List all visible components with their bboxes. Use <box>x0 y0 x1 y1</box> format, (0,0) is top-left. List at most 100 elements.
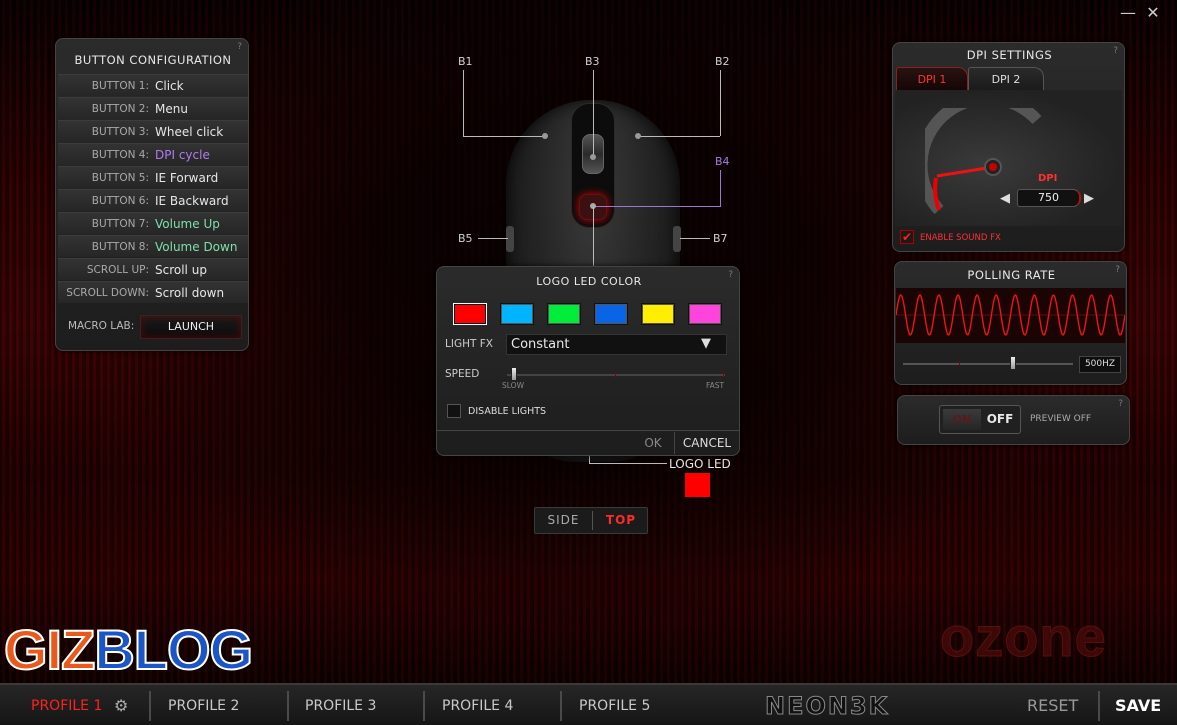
label-b2: B2 <box>715 55 730 68</box>
profile-separator <box>423 691 425 721</box>
profile-separator <box>1098 691 1100 721</box>
view-top-button[interactable]: TOP <box>593 508 649 533</box>
light-fx-select[interactable]: Constant ▼ <box>506 334 727 355</box>
close-icon[interactable]: ✕ <box>1143 4 1163 22</box>
button-config-row[interactable]: BUTTON 3: Wheel click <box>58 120 248 142</box>
preview-off-option[interactable]: OFF <box>981 409 1019 430</box>
profile-separator <box>149 691 151 721</box>
tab-profile-3[interactable]: PROFILE 3 <box>305 685 376 725</box>
button-config-row[interactable]: BUTTON 5: IE Forward <box>58 166 248 188</box>
color-swatch[interactable] <box>688 303 722 325</box>
button-configuration-title: BUTTON CONFIGURATION <box>74 53 232 67</box>
side-button-b5[interactable] <box>506 226 514 252</box>
button-config-value[interactable]: Scroll up <box>155 259 207 281</box>
color-swatch[interactable] <box>641 303 675 325</box>
dpi-increase-button[interactable]: ▶ <box>1084 191 1094 206</box>
button-config-value[interactable]: DPI cycle <box>155 144 210 166</box>
polling-rate-title: POLLING RATE <box>967 268 1056 282</box>
leader-b1 <box>463 70 464 136</box>
tab-profile-1[interactable]: PROFILE 1 <box>31 685 102 725</box>
neon3k-logo: NEON3K <box>764 692 890 721</box>
button-config-row[interactable]: BUTTON 1: Click <box>58 74 248 96</box>
button-config-value[interactable]: Volume Down <box>155 236 237 258</box>
side-button-b7[interactable] <box>673 226 681 252</box>
color-swatch[interactable] <box>547 303 581 325</box>
help-icon[interactable]: ? <box>1118 399 1123 409</box>
button-config-value[interactable]: Scroll down <box>155 282 224 304</box>
button-config-row[interactable]: SCROLL UP: Scroll up <box>58 258 248 280</box>
preview-status: PREVIEW OFF <box>1030 414 1092 424</box>
disable-lights-checkbox[interactable] <box>447 404 461 418</box>
tab-profile-2[interactable]: PROFILE 2 <box>168 685 239 725</box>
dpi-decrease-button[interactable]: ◀ <box>1000 191 1010 206</box>
button-config-row[interactable]: BUTTON 8: Volume Down <box>58 235 248 257</box>
gizblog-part1: GIZ <box>3 618 96 681</box>
color-swatch[interactable] <box>453 303 487 325</box>
speed-label: SPEED <box>445 368 480 380</box>
cancel-button[interactable]: CANCEL <box>677 432 737 454</box>
launch-button[interactable]: LAUNCH <box>140 315 242 339</box>
label-b4: B4 <box>715 155 730 168</box>
button-config-value[interactable]: Click <box>155 75 184 97</box>
leader-b4 <box>720 170 721 206</box>
speed-slider-thumb[interactable] <box>510 367 517 381</box>
button-configuration-panel: BUTTON CONFIGURATION ? BUTTON 1: Click BUT… <box>55 38 249 351</box>
reset-button[interactable]: RESET <box>1027 685 1078 725</box>
dpi-value-input[interactable]: 750 <box>1017 189 1081 207</box>
button-config-value[interactable]: IE Forward <box>155 167 218 189</box>
button-config-label: BUTTON 4: <box>91 149 149 161</box>
dialog-divider <box>437 430 739 431</box>
label-b3: B3 <box>585 55 600 68</box>
preview-toggle[interactable]: ON OFF <box>939 405 1021 434</box>
logo-led-swatch[interactable] <box>685 473 710 497</box>
sound-fx-checkbox[interactable]: ✔ <box>900 230 914 244</box>
button-config-row[interactable]: BUTTON 2: Menu <box>58 97 248 119</box>
help-icon[interactable]: ? <box>237 42 242 52</box>
label-b5: B5 <box>458 232 473 245</box>
gizblog-watermark: GIZBLOG <box>3 618 254 681</box>
macro-lab-label: MACRO LAB: <box>68 320 135 332</box>
color-swatch[interactable] <box>594 303 628 325</box>
gear-icon[interactable]: ⚙ <box>114 685 128 725</box>
dot-b2 <box>635 133 641 139</box>
ok-button[interactable]: OK <box>635 432 671 454</box>
tab-dpi-2[interactable]: DPI 2 <box>968 67 1044 91</box>
polling-waveform <box>896 288 1125 343</box>
speed-tick <box>615 372 616 377</box>
help-icon[interactable]: ? <box>1113 46 1118 56</box>
leader-b7 <box>680 238 710 239</box>
disable-lights-label: DISABLE LIGHTS <box>468 406 547 417</box>
save-button[interactable]: SAVE <box>1115 685 1161 725</box>
tab-profile-5[interactable]: PROFILE 5 <box>579 685 650 725</box>
tab-profile-4[interactable]: PROFILE 4 <box>442 685 513 725</box>
polling-slider-track[interactable] <box>903 356 1073 370</box>
tab-dpi-1[interactable]: DPI 1 <box>896 67 968 91</box>
button-config-row[interactable]: BUTTON 6: IE Backward <box>58 189 248 211</box>
button-config-label: BUTTON 8: <box>91 241 149 253</box>
profile-bar: PROFILE 1 ⚙ PROFILE 2 PROFILE 3 PROFILE … <box>0 683 1177 725</box>
button-config-row[interactable]: BUTTON 7: Volume Up <box>58 212 248 234</box>
button-config-value[interactable]: Wheel click <box>155 121 223 143</box>
polling-tick <box>959 361 960 366</box>
leader-b1-h <box>463 136 545 137</box>
button-config-row[interactable]: BUTTON 4: DPI cycle <box>58 143 248 165</box>
dot-b1 <box>542 133 548 139</box>
button-config-label: BUTTON 3: <box>91 126 149 138</box>
button-config-value[interactable]: IE Backward <box>155 190 229 212</box>
gauge-hub-center <box>989 163 997 171</box>
button-config-value[interactable]: Volume Up <box>155 213 220 235</box>
view-side-button[interactable]: SIDE <box>535 508 592 533</box>
dpi-settings-title: DPI SETTINGS <box>966 48 1053 62</box>
leader-logo-h <box>589 463 667 464</box>
minimize-button[interactable]: — <box>1118 4 1138 22</box>
color-swatch[interactable] <box>500 303 534 325</box>
light-fx-label: LIGHT FX <box>445 338 493 350</box>
preview-on-option[interactable]: ON <box>943 409 981 430</box>
speed-tick <box>723 372 724 377</box>
polling-slider-thumb[interactable] <box>1010 356 1016 370</box>
help-icon[interactable]: ? <box>1115 265 1120 275</box>
speed-slider-track[interactable] <box>507 367 725 381</box>
help-icon[interactable]: ? <box>728 270 733 280</box>
button-config-row[interactable]: SCROLL DOWN: Scroll down <box>58 281 248 303</box>
button-config-value[interactable]: Menu <box>155 98 188 120</box>
